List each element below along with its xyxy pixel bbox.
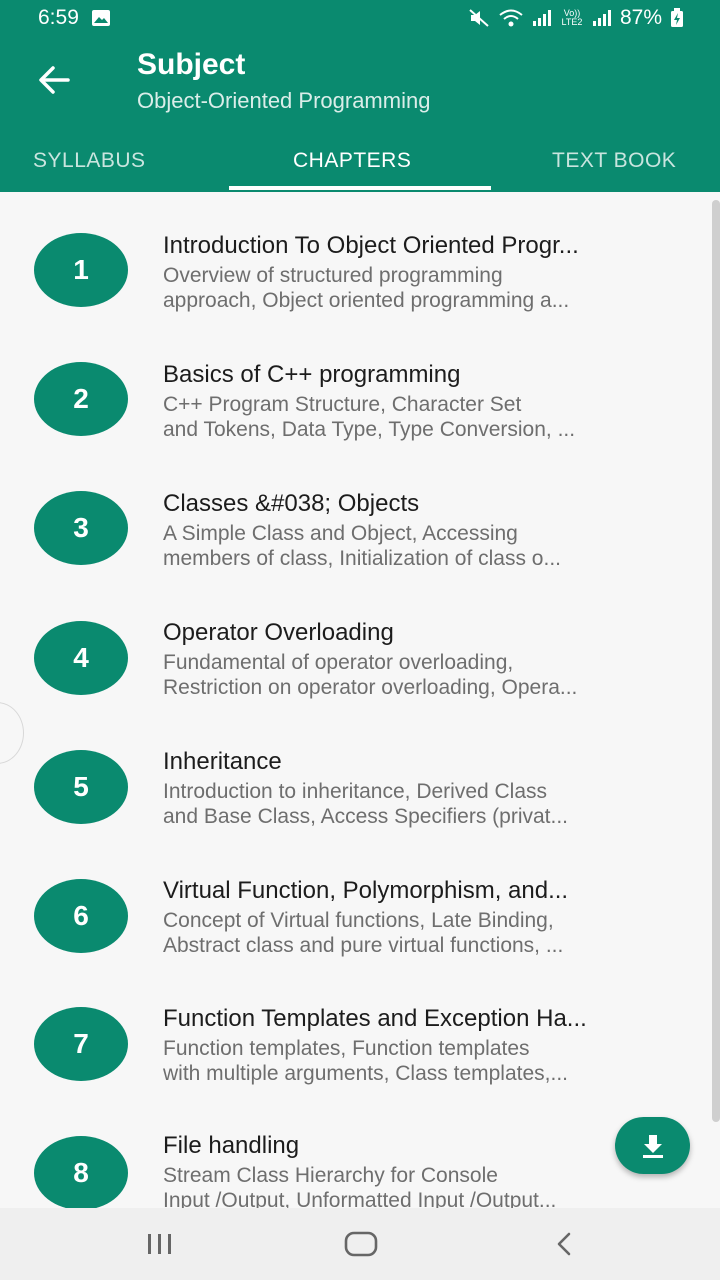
chapter-title: Introduction To Object Oriented Progr... bbox=[163, 232, 579, 259]
chapter-item-7[interactable]: 7 Function Templates and Exception Ha...… bbox=[0, 965, 720, 1093]
page-subtitle: Object-Oriented Programming bbox=[137, 88, 431, 113]
chapter-number-badge: 7 bbox=[34, 1007, 128, 1081]
active-tab-indicator bbox=[229, 186, 491, 190]
chapter-desc-line-2: with multiple arguments, Class templates… bbox=[163, 1062, 568, 1085]
chapter-desc-line-2: members of class, Initialization of clas… bbox=[163, 547, 561, 570]
status-right: Vo)) LTE2 87% bbox=[468, 6, 684, 30]
app-bar: Subject Object-Oriented Programming SYLL… bbox=[0, 36, 720, 192]
chapter-description: Overview of structured programming appro… bbox=[163, 263, 683, 313]
chapter-number-badge: 2 bbox=[34, 362, 128, 436]
chapter-desc-line-2: and Base Class, Access Specifiers (priva… bbox=[163, 805, 568, 828]
home-icon bbox=[344, 1231, 378, 1257]
chapter-desc-line-1: Concept of Virtual functions, Late Bindi… bbox=[163, 909, 554, 932]
battery-charging-icon bbox=[671, 8, 683, 27]
chapter-title: Virtual Function, Polymorphism, and... bbox=[163, 877, 569, 904]
chapter-number-badge: 3 bbox=[34, 491, 128, 565]
chapter-title: Function Templates and Exception Ha... bbox=[163, 1005, 587, 1032]
chapter-number-badge: 6 bbox=[34, 879, 128, 953]
tab-text-book[interactable]: TEXT BOOK bbox=[552, 130, 676, 192]
status-left: 6:59 bbox=[38, 6, 111, 30]
network-badge: Vo)) LTE2 bbox=[561, 8, 583, 27]
tab-chapters[interactable]: CHAPTERS bbox=[293, 130, 411, 192]
chapter-description: Concept of Virtual functions, Late Bindi… bbox=[163, 908, 683, 958]
chapter-item-1[interactable]: 1 Introduction To Object Oriented Progr.… bbox=[0, 192, 720, 320]
chapter-title: Inheritance bbox=[163, 748, 282, 775]
mute-icon bbox=[469, 9, 489, 27]
chapter-desc-line-2: Restriction on operator overloading, Ope… bbox=[163, 676, 578, 699]
chevron-left-icon bbox=[557, 1232, 571, 1256]
battery-percent: 87% bbox=[619, 6, 662, 29]
system-nav-bar bbox=[0, 1208, 720, 1280]
chapter-item-5[interactable]: 5 Inheritance Introduction to inheritanc… bbox=[0, 708, 720, 836]
chapter-desc-line-2: approach, Object oriented programming a.… bbox=[163, 289, 570, 312]
chapter-desc-line-1: Function templates, Function templates bbox=[163, 1037, 530, 1060]
status-time: 6:59 bbox=[38, 6, 79, 29]
chapter-title: Classes &#038; Objects bbox=[163, 490, 420, 517]
back-button[interactable] bbox=[28, 54, 80, 106]
nav-home-button[interactable] bbox=[331, 1226, 391, 1262]
chapter-desc-line-1: Stream Class Hierarchy for Console bbox=[163, 1164, 498, 1187]
signal-icon bbox=[532, 10, 551, 26]
arrow-left-icon bbox=[39, 66, 70, 94]
page-title: Subject bbox=[137, 48, 246, 81]
chapter-item-4[interactable]: 4 Operator Overloading Fundamental of op… bbox=[0, 579, 720, 707]
chapter-description: C++ Program Structure, Character Set and… bbox=[163, 392, 683, 442]
tab-bar: SYLLABUS CHAPTERS TEXT BOOK bbox=[0, 130, 720, 192]
chapter-description: A Simple Class and Object, Accessing mem… bbox=[163, 521, 683, 571]
chapter-description: Stream Class Hierarchy for Console Input… bbox=[163, 1163, 683, 1208]
chapter-description: Introduction to inheritance, Derived Cla… bbox=[163, 779, 683, 829]
status-bar: 6:59 Vo)) LTE2 87% bbox=[0, 0, 720, 36]
chapter-number-badge: 8 bbox=[34, 1136, 128, 1208]
chapter-desc-line-1: Fundamental of operator overloading, bbox=[163, 651, 514, 674]
chapter-title: Operator Overloading bbox=[163, 619, 394, 646]
chapter-description: Function templates, Function templates w… bbox=[163, 1036, 683, 1086]
scrollbar[interactable] bbox=[712, 200, 720, 1122]
tab-syllabus[interactable]: SYLLABUS bbox=[33, 130, 146, 192]
chapter-number-badge: 4 bbox=[34, 621, 128, 695]
chapter-item-2[interactable]: 2 Basics of C++ programming C++ Program … bbox=[0, 321, 720, 449]
nav-back-button[interactable] bbox=[534, 1226, 594, 1262]
nav-recents-button[interactable] bbox=[130, 1226, 190, 1262]
chapter-item-6[interactable]: 6 Virtual Function, Polymorphism, and...… bbox=[0, 837, 720, 965]
gallery-notification-icon bbox=[91, 10, 110, 26]
chapter-desc-line-2: Input /Output, Unformatted Input /Output… bbox=[163, 1189, 557, 1208]
chapter-desc-line-2: Abstract class and pure virtual function… bbox=[163, 934, 564, 957]
download-button[interactable] bbox=[615, 1117, 690, 1174]
chapter-number-badge: 5 bbox=[34, 750, 128, 824]
chapter-list[interactable]: 1 Introduction To Object Oriented Progr.… bbox=[0, 192, 720, 1208]
chapter-description: Fundamental of operator overloading, Res… bbox=[163, 650, 683, 700]
chapter-number-badge: 1 bbox=[34, 233, 128, 307]
download-icon bbox=[642, 1134, 663, 1158]
chapter-desc-line-1: Introduction to inheritance, Derived Cla… bbox=[163, 780, 548, 803]
chapter-title: File handling bbox=[163, 1132, 300, 1159]
chapter-title: Basics of C++ programming bbox=[163, 361, 461, 388]
chapter-desc-line-1: A Simple Class and Object, Accessing bbox=[163, 522, 518, 545]
wifi-icon bbox=[499, 9, 523, 27]
recents-icon bbox=[148, 1234, 171, 1254]
chapter-desc-line-1: Overview of structured programming bbox=[163, 264, 503, 287]
chapter-desc-line-1: C++ Program Structure, Character Set bbox=[163, 393, 522, 416]
chapter-item-3[interactable]: 3 Classes &#038; Objects A Simple Class … bbox=[0, 450, 720, 578]
signal-icon-2 bbox=[592, 10, 611, 26]
chapter-item-8[interactable]: 8 File handling Stream Class Hierarchy f… bbox=[0, 1094, 720, 1208]
screen: 6:59 Vo)) LTE2 87% Subject Object-Orient… bbox=[0, 0, 720, 1280]
chapter-desc-line-2: and Tokens, Data Type, Type Conversion, … bbox=[163, 418, 576, 441]
